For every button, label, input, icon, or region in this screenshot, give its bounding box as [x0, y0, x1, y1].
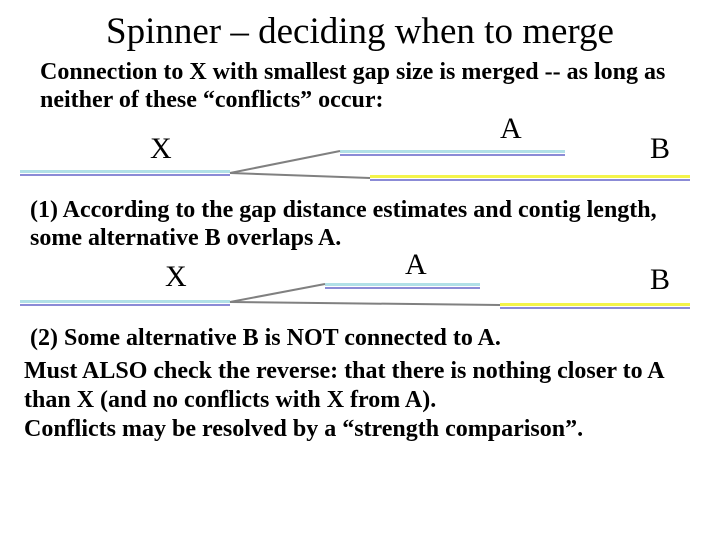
- label-a: A: [500, 112, 522, 146]
- condition-1: (1) According to the gap distance estima…: [30, 197, 690, 252]
- label-x-2: X: [165, 260, 187, 294]
- intro-text: Connection to X with smallest gap size i…: [40, 59, 690, 114]
- condition-2: (2) Some alternative B is NOT connected …: [30, 325, 690, 353]
- segment-b-2: [500, 303, 690, 309]
- label-a-2: A: [405, 248, 427, 282]
- label-b-2: B: [650, 263, 670, 297]
- diagram-1: X A B: [10, 120, 710, 195]
- slide-title: Spinner – deciding when to merge: [0, 10, 720, 53]
- final-paragraph-1: Must ALSO check the reverse: that there …: [24, 357, 700, 415]
- diagram-2: X A B: [10, 258, 710, 323]
- segment-x: [20, 170, 230, 176]
- segment-b: [370, 175, 690, 181]
- connector-lines-2: [230, 280, 510, 312]
- label-b: B: [650, 132, 670, 166]
- segment-x-2: [20, 300, 230, 306]
- final-paragraph-2: Conflicts may be resolved by a “strength…: [24, 415, 700, 444]
- label-x: X: [150, 132, 172, 166]
- connector-lines-1: [230, 148, 390, 188]
